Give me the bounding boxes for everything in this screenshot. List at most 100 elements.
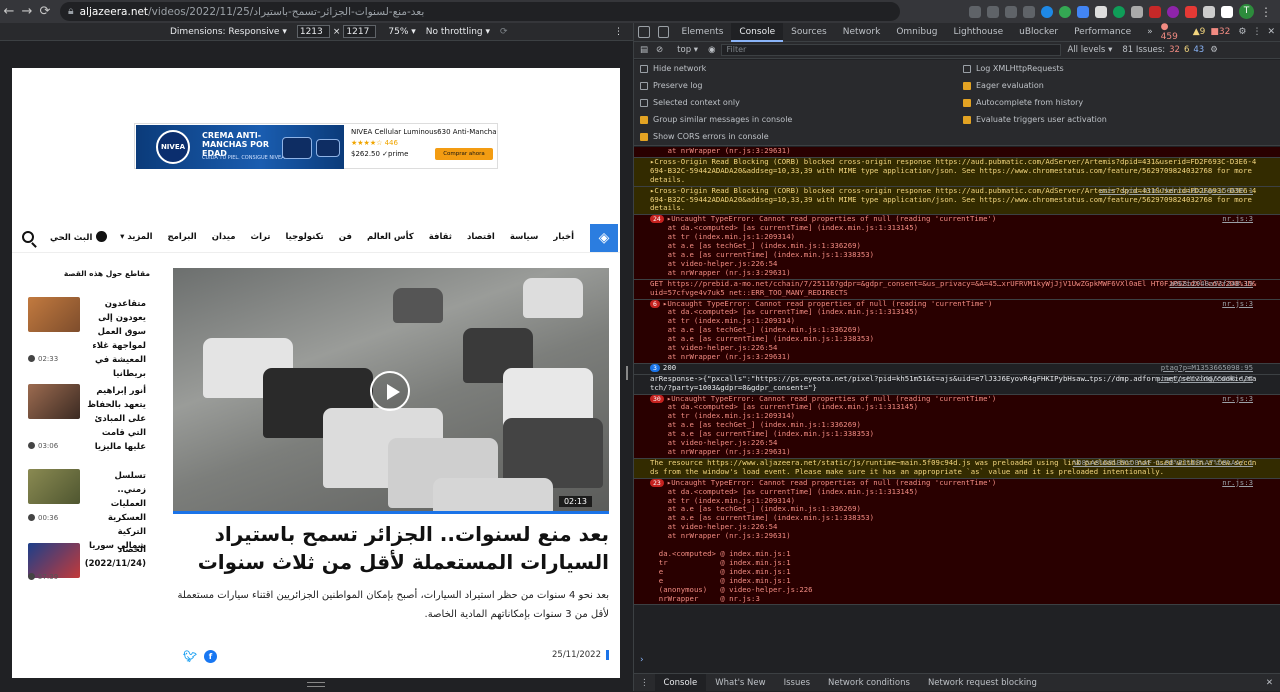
levels-select[interactable]: All levels ▾: [1067, 45, 1112, 55]
warning-count-badge[interactable]: ▲9: [1193, 27, 1206, 37]
source-link[interactable]: ptag?p=M1353665098:127: [1156, 374, 1253, 384]
nav-item[interactable]: أخبار: [553, 232, 574, 242]
console-error[interactable]: 6 ▸Uncaught TypeError: Cannot read proper…: [634, 299, 1280, 364]
translate-icon[interactable]: [969, 5, 981, 18]
console-error[interactable]: GET https://prebid.a-mo.net/cchain/7/251…: [634, 279, 1280, 300]
related-clip[interactable]: تسلسل زمني.. العمليات العسكرية التركية ش…: [28, 469, 146, 551]
nav-item[interactable]: اقتصاد: [467, 232, 495, 242]
checkbox-checked[interactable]: [963, 81, 971, 90]
source-link[interactable]: %D8%A8%D8%B9%D8%AF-%…D8%B1%D8%A7%D8%AA/:…: [1073, 458, 1253, 468]
related-clip[interactable]: متقاعدون يعودون إلى سوق العمل لمواجهة غل…: [28, 297, 146, 379]
extension-icon[interactable]: [1041, 5, 1053, 18]
close-drawer-icon[interactable]: ✕: [1266, 678, 1273, 688]
setting-eager-eval[interactable]: Eager evaluation: [963, 81, 1044, 90]
reload-icon[interactable]: ⟳: [36, 4, 54, 19]
inspect-icon[interactable]: [638, 26, 650, 38]
console-error[interactable]: 24 ▸Uncaught TypeError: Cannot read prope…: [634, 214, 1280, 280]
checkbox-checked[interactable]: [640, 132, 648, 141]
search-icon[interactable]: [22, 231, 34, 243]
more-tabs-button[interactable]: »: [1139, 23, 1161, 42]
twitter-icon[interactable]: 🐦︎: [183, 650, 197, 663]
extension-icon[interactable]: [1185, 5, 1197, 18]
drawer-tab-network-conditions[interactable]: Network conditions: [819, 674, 919, 692]
setting-hide-network[interactable]: Hide network: [640, 64, 706, 73]
nav-item[interactable]: سياسة: [510, 232, 539, 242]
extension-icon[interactable]: [1077, 5, 1089, 18]
rotate-icon[interactable]: ⟳: [500, 27, 508, 37]
drawer-tab-console[interactable]: Console: [654, 673, 707, 692]
sidebar-icon[interactable]: [1221, 5, 1233, 18]
console-output[interactable]: at nrWrapper (nr.js:3:29631) ▸Cross-Origi…: [634, 147, 1280, 655]
eye-icon[interactable]: ◉: [708, 45, 715, 55]
drawer-tab-issues[interactable]: Issues: [775, 674, 819, 692]
setting-user-activation[interactable]: Evaluate triggers user activation: [963, 115, 1107, 124]
nav-item[interactable]: ميدان: [212, 232, 236, 242]
more-options-icon[interactable]: ⋮: [614, 27, 623, 37]
checkbox[interactable]: [640, 98, 648, 107]
extension-icon[interactable]: [1113, 5, 1125, 18]
drawer-menu-icon[interactable]: ⋮: [640, 678, 649, 688]
star-icon[interactable]: [1005, 5, 1017, 18]
source-link[interactable]: nr.js:3: [1222, 214, 1253, 224]
forward-icon[interactable]: →: [18, 4, 36, 19]
device-toggle-icon[interactable]: [657, 26, 670, 38]
height-input[interactable]: [343, 25, 377, 38]
checkbox-checked[interactable]: [963, 115, 971, 124]
facebook-icon[interactable]: f: [204, 650, 217, 663]
play-button[interactable]: [370, 371, 410, 411]
address-bar[interactable]: 🔒︎ aljazeera.net /videos/2022/11/25/بعد-…: [60, 2, 900, 21]
tab-lighthouse[interactable]: Lighthouse: [946, 23, 1012, 42]
context-select[interactable]: top ▾: [677, 45, 698, 55]
console-warning[interactable]: The resource https://www.aljazeera.net/s…: [634, 458, 1280, 479]
setting-autocomplete[interactable]: Autocomplete from history: [963, 98, 1083, 107]
puzzle-icon[interactable]: [1203, 5, 1215, 18]
setting-group-similar[interactable]: Group similar messages in console: [640, 115, 792, 124]
setting-cors-errors[interactable]: Show CORS errors in console: [640, 132, 769, 141]
console-settings-icon[interactable]: ⚙: [1210, 45, 1218, 55]
checkbox-checked[interactable]: [963, 98, 971, 107]
related-clip[interactable]: الحصاد (2022/11/24) 57:39: [28, 543, 146, 623]
tab-network[interactable]: Network: [835, 23, 889, 42]
checkbox[interactable]: [963, 64, 971, 73]
tab-performance[interactable]: Performance: [1066, 23, 1139, 42]
drawer-tab-request-blocking[interactable]: Network request blocking: [919, 674, 1046, 692]
console-warning[interactable]: ▸Cross-Origin Read Blocking (CORB) block…: [634, 157, 1280, 187]
extension-icon[interactable]: [1167, 5, 1179, 18]
console-prompt[interactable]: ›: [634, 655, 1280, 669]
more-icon[interactable]: ⋮: [1252, 27, 1261, 37]
buy-now-button[interactable]: Comprar ahora: [435, 148, 493, 160]
checkbox[interactable]: [640, 81, 648, 90]
profile-avatar[interactable]: T: [1239, 4, 1254, 19]
extension-icon[interactable]: [1059, 5, 1071, 18]
tab-omnibug[interactable]: Omnibug: [888, 23, 945, 42]
menu-icon[interactable]: ⋮: [1260, 5, 1272, 19]
issues-label[interactable]: 81 Issues:: [1122, 45, 1165, 55]
related-clip[interactable]: أنور إبراهيم يتعهد بالحفاظ على المبادئ ا…: [28, 384, 146, 464]
nav-item[interactable]: تكنولوجيا: [285, 232, 323, 242]
tab-elements[interactable]: Elements: [673, 23, 731, 42]
error-count-badge[interactable]: ● 459: [1161, 22, 1188, 42]
nav-item[interactable]: كأس العالم: [367, 232, 414, 242]
advertisement-banner[interactable]: NIVEA CREMA ANTI-MANCHAS POR EDAD CUIDA …: [134, 123, 498, 169]
source-link[interactable]: nr.js:3: [1222, 299, 1253, 309]
extension-icon[interactable]: [1131, 5, 1143, 18]
extension-icon[interactable]: [1023, 5, 1035, 18]
split-handle[interactable]: [626, 366, 628, 380]
source-link[interactable]: ptag?p=M1353665098:95: [1161, 363, 1253, 373]
filter-input[interactable]: Filter: [721, 44, 1062, 56]
setting-preserve-log[interactable]: Preserve log: [640, 81, 703, 90]
source-link[interactable]: a068b2948a53f248:19: [1170, 279, 1253, 289]
throttle-select[interactable]: No throttling ▾: [426, 27, 490, 37]
extension-icon[interactable]: [1149, 5, 1161, 18]
aljazeera-logo[interactable]: ◈: [590, 224, 618, 252]
console-message[interactable]: arResponse->{"pxcalls":"https://ps.eyeot…: [634, 374, 1280, 395]
console-error[interactable]: 23 ▸Uncaught TypeError: Cannot read prope…: [634, 478, 1280, 606]
width-input[interactable]: [296, 25, 330, 38]
zoom-select[interactable]: 75% ▾: [388, 27, 415, 37]
tab-ublocker[interactable]: uBlocker: [1011, 23, 1066, 42]
sidebar-toggle-icon[interactable]: ▤: [640, 45, 648, 55]
back-icon[interactable]: ←: [0, 4, 18, 19]
console-warning[interactable]: ▸Cross-Origin Read Blocking (CORB) block…: [634, 186, 1280, 216]
nav-item[interactable]: ثقافة: [429, 232, 452, 242]
checkbox-checked[interactable]: [640, 115, 648, 124]
